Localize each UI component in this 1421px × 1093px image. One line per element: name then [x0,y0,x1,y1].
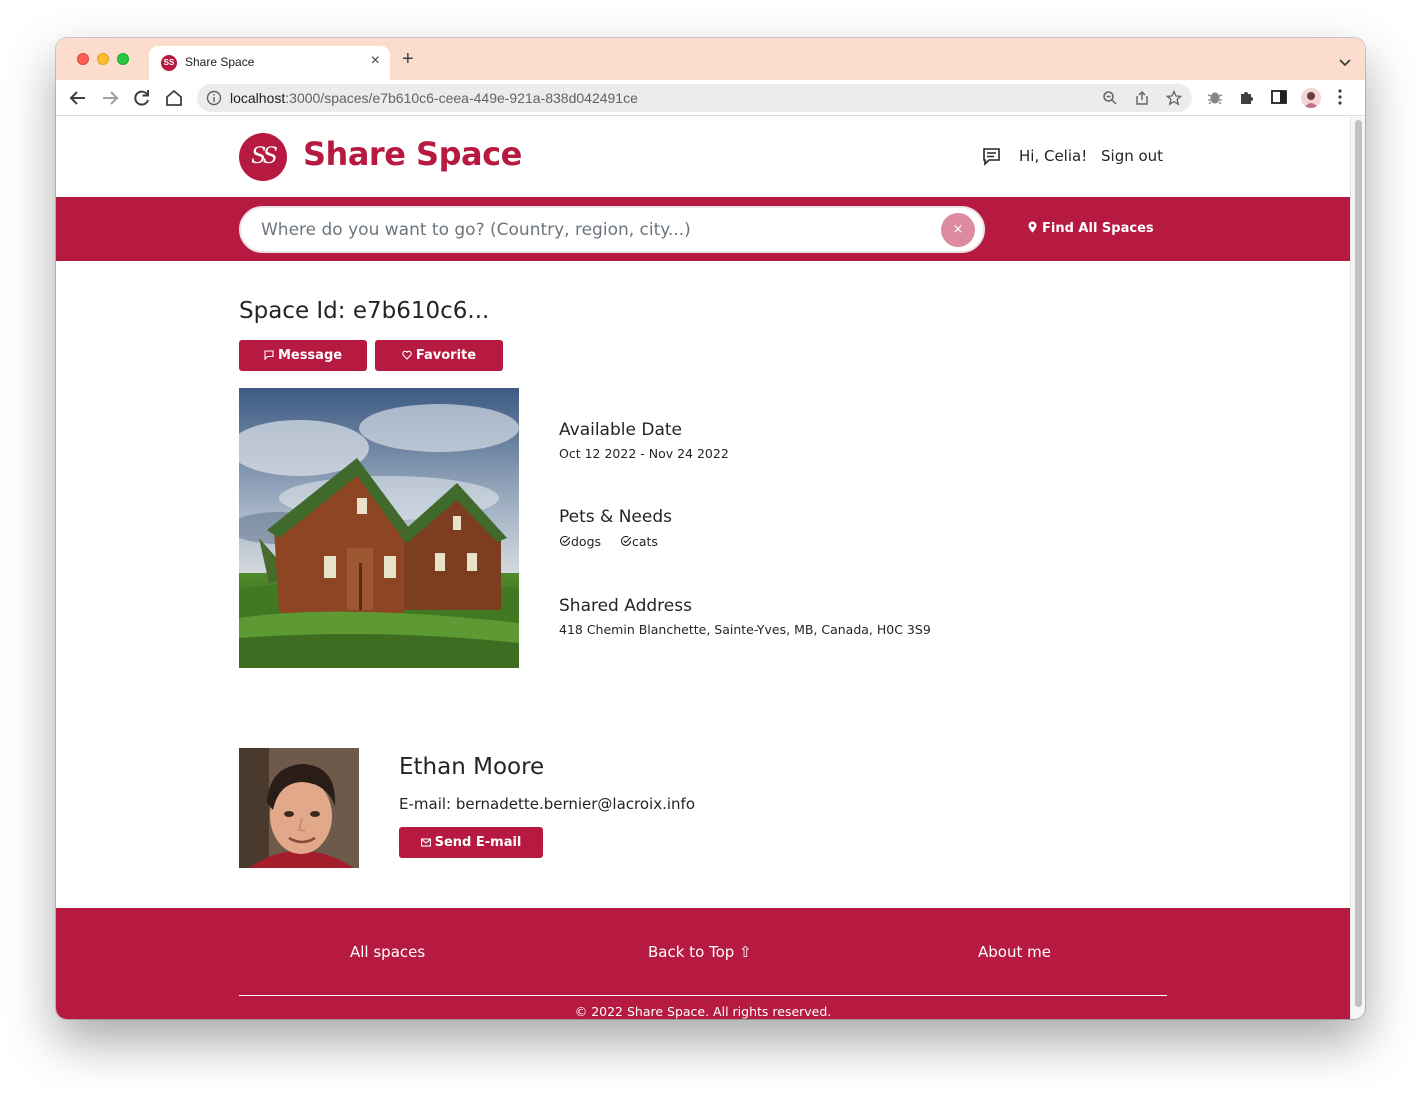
messages-icon[interactable] [982,147,1001,170]
send-email-button[interactable]: Send E-mail [399,827,543,858]
search-input[interactable] [239,206,985,253]
share-icon[interactable] [1134,90,1150,110]
shared-address-heading: Shared Address [559,596,692,616]
shared-address-value: 418 Chemin Blanchette, Sainte-Yves, MB, … [559,622,931,637]
find-all-spaces-link[interactable]: Find All Spaces [1028,221,1154,236]
host-email: E-mail: bernadette.bernier@lacroix.info [399,795,696,813]
browser-window: SS Share Space × + localhost:3000/spaces… [56,38,1365,1019]
tab-title: Share Space [185,55,255,69]
check-circle-icon [559,535,571,546]
tab-close-button[interactable]: × [371,52,380,70]
send-email-button-label: Send E-mail [434,835,522,850]
bookmark-star-icon[interactable] [1165,89,1183,110]
pet-tag: dogs [559,534,601,549]
side-panel-icon[interactable] [1270,88,1288,110]
space-title: Space Id: e7b610c6... [239,298,490,324]
url-text: localhost:3000/spaces/e7b610c6-ceea-449e… [230,90,638,106]
close-window-button[interactable] [77,53,89,65]
page-scrollbar[interactable] [1350,117,1365,1019]
site-info-icon[interactable] [206,90,222,110]
page-viewport: SS Share Space Hi, Celia! Sign out × Fin… [56,117,1350,1019]
footer-about-me-link[interactable]: About me [978,943,1051,961]
profile-avatar-icon[interactable] [1301,88,1321,108]
reload-icon[interactable] [132,88,152,108]
browser-menu-icon[interactable] [1337,88,1343,110]
space-detail: Space Id: e7b610c6... Message Favorite A… [56,261,1350,908]
favorite-button[interactable]: Favorite [375,340,503,371]
site-footer: All spaces Back to Top ⇧ About me © 2022… [56,908,1350,1019]
extensions-puzzle-icon[interactable] [1238,88,1256,110]
check-circle-icon [620,535,632,546]
pets-needs-heading: Pets & Needs [559,507,672,527]
maximize-window-button[interactable] [117,53,129,65]
user-greeting[interactable]: Hi, Celia! [1019,147,1087,165]
footer-divider [239,995,1167,996]
search-clear-button[interactable]: × [941,213,975,247]
minimize-window-button[interactable] [97,53,109,65]
page: SS Share Space Hi, Celia! Sign out × Fin… [56,117,1350,1019]
url-path: :3000/spaces/e7b610c6-ceea-449e-921a-838… [285,90,638,106]
space-photo [239,388,519,668]
map-pin-icon [1028,221,1037,233]
browser-toolbar: localhost:3000/spaces/e7b610c6-ceea-449e… [56,80,1365,116]
footer-copyright: © 2022 Share Space. All rights reserved. [574,1004,832,1019]
footer-back-to-top-link[interactable]: Back to Top ⇧ [648,943,752,961]
browser-tab[interactable]: SS Share Space × [149,46,390,80]
available-date-heading: Available Date [559,420,682,440]
message-icon [264,350,274,361]
tab-favicon-icon: SS [161,55,177,71]
tab-search-chevron-icon[interactable] [1339,52,1351,71]
back-arrow-icon[interactable] [68,88,88,108]
home-icon[interactable] [164,88,184,108]
search-band: × Find All Spaces [56,197,1350,261]
envelope-icon [420,838,431,847]
pet-tag: cats [620,534,658,549]
pet-tag-label: cats [632,534,658,549]
site-header: SS Share Space Hi, Celia! Sign out [56,117,1350,197]
sign-out-link[interactable]: Sign out [1101,147,1163,165]
bug-extension-icon[interactable] [1206,88,1224,110]
pet-tag-label: dogs [571,534,602,549]
site-logo[interactable]: SS [239,133,287,181]
new-tab-button[interactable]: + [402,49,414,69]
favorite-button-label: Favorite [415,348,477,363]
host-avatar [239,748,359,868]
url-host: localhost [230,90,286,106]
zoom-icon[interactable] [1102,90,1118,110]
forward-arrow-icon[interactable] [100,88,120,108]
message-button-label: Message [277,348,343,363]
brand-name[interactable]: Share Space [303,135,522,173]
available-date-value: Oct 12 2022 - Nov 24 2022 [559,446,729,461]
address-bar[interactable]: localhost:3000/spaces/e7b610c6-ceea-449e… [197,84,1192,112]
scrollbar-thumb[interactable] [1355,120,1362,1007]
find-all-spaces-label: Find All Spaces [1042,221,1154,236]
heart-icon [402,350,412,360]
host-name: Ethan Moore [399,754,545,780]
footer-all-spaces-link[interactable]: All spaces [350,943,425,961]
message-button[interactable]: Message [239,340,367,371]
tab-strip: SS Share Space × + [56,38,1365,80]
